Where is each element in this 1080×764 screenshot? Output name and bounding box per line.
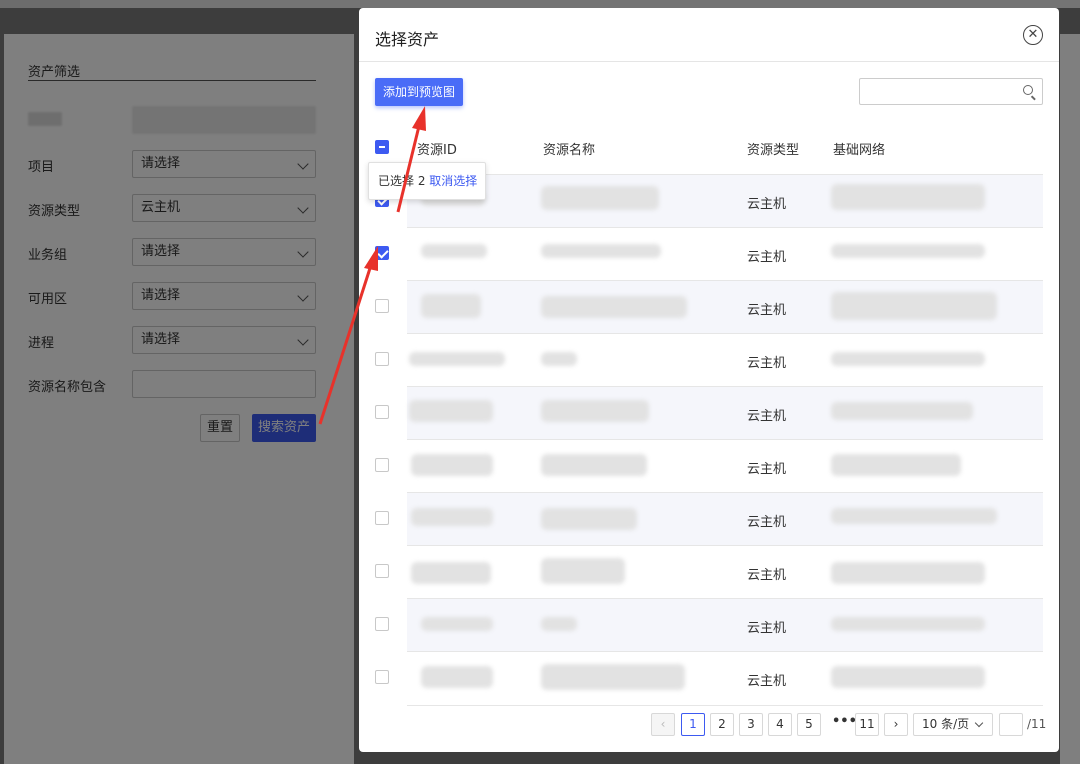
col-base-network: 基础网络 (833, 143, 886, 158)
redacted-network (831, 454, 961, 476)
page-3-button[interactable]: 3 (739, 713, 763, 736)
redacted-resource-name (541, 617, 577, 631)
select-assets-modal: 选择资产 ✕ 添加到预览图 资源ID 资源名称 资源类型 基础网络 云主机 云主… (359, 8, 1059, 752)
redacted-resource-id (411, 508, 493, 526)
selection-tooltip: 已选择 2 取消选择 (368, 162, 486, 200)
row-checkbox[interactable] (375, 458, 389, 472)
prev-page-button[interactable]: ‹ (651, 713, 675, 736)
redacted-resource-id (409, 352, 505, 366)
modal-title: 选择资产 (375, 30, 440, 49)
redacted-network (831, 666, 985, 688)
resource-type-cell: 云主机 (747, 303, 787, 318)
redacted-network (831, 562, 985, 584)
page-5-button[interactable]: 5 (797, 713, 821, 736)
redacted-resource-name (541, 508, 637, 530)
redacted-resource-name (541, 352, 577, 366)
resource-type-cell: 云主机 (747, 462, 787, 477)
row-checkbox[interactable] (375, 670, 389, 684)
redacted-resource-name (541, 558, 625, 584)
redacted-resource-id (421, 244, 487, 258)
redacted-network (831, 184, 985, 210)
redacted-resource-name (541, 244, 661, 258)
table-bottom-border (407, 705, 1043, 706)
resource-type-cell: 云主机 (747, 674, 787, 689)
row-checkbox[interactable] (375, 405, 389, 419)
resource-type-cell: 云主机 (747, 621, 787, 636)
page-11-button[interactable]: 11 (855, 713, 879, 736)
redacted-resource-id (411, 562, 491, 584)
page-2-button[interactable]: 2 (710, 713, 734, 736)
page-jump-input[interactable] (999, 713, 1023, 736)
redacted-network (831, 244, 985, 258)
redacted-resource-id (421, 617, 493, 631)
redacted-resource-id (409, 400, 493, 422)
total-pages: /11 (1027, 717, 1047, 731)
resource-type-cell: 云主机 (747, 515, 787, 530)
redacted-network (831, 352, 985, 366)
select-all-checkbox[interactable] (375, 140, 389, 154)
row-checkbox[interactable] (375, 299, 389, 313)
resource-type-cell: 云主机 (747, 197, 787, 212)
page-4-button[interactable]: 4 (768, 713, 792, 736)
pagination-ellipsis[interactable]: ••• (832, 713, 857, 731)
selected-count-text: 已选择 2 (378, 174, 426, 188)
row-checkbox[interactable] (375, 511, 389, 525)
redacted-resource-id (411, 454, 493, 476)
redacted-network (831, 402, 973, 420)
redacted-resource-id (421, 666, 493, 688)
resource-type-cell: 云主机 (747, 250, 787, 265)
page-1-button[interactable]: 1 (681, 713, 705, 736)
row-checkbox[interactable] (375, 564, 389, 578)
next-page-button[interactable]: › (884, 713, 908, 736)
redacted-network (831, 508, 997, 524)
col-resource-name: 资源名称 (543, 143, 596, 158)
redacted-network (831, 617, 985, 631)
asset-search-input[interactable] (859, 78, 1043, 105)
col-resource-type: 资源类型 (747, 143, 800, 158)
page-size-value: 10 条/页 (922, 717, 970, 731)
redacted-resource-name (541, 296, 687, 318)
chevron-down-icon (974, 718, 984, 728)
redacted-resource-name (541, 400, 649, 422)
modal-divider (359, 61, 1059, 62)
resource-type-cell: 云主机 (747, 409, 787, 424)
row-checkbox[interactable] (375, 246, 389, 260)
page-size-select[interactable]: 10 条/页 (913, 713, 993, 736)
redacted-resource-name (541, 454, 647, 476)
resource-type-cell: 云主机 (747, 568, 787, 583)
redacted-resource-name (541, 186, 659, 210)
row-checkbox[interactable] (375, 352, 389, 366)
add-to-preview-button[interactable]: 添加到预览图 (375, 78, 463, 106)
close-icon[interactable]: ✕ (1023, 25, 1043, 45)
redacted-resource-id (421, 294, 481, 318)
col-resource-id: 资源ID (417, 143, 457, 158)
resource-type-cell: 云主机 (747, 356, 787, 371)
cancel-selection-link[interactable]: 取消选择 (429, 174, 477, 188)
row-checkbox[interactable] (375, 617, 389, 631)
redacted-network (831, 292, 997, 320)
redacted-resource-name (541, 664, 685, 690)
search-icon[interactable] (1023, 85, 1033, 95)
